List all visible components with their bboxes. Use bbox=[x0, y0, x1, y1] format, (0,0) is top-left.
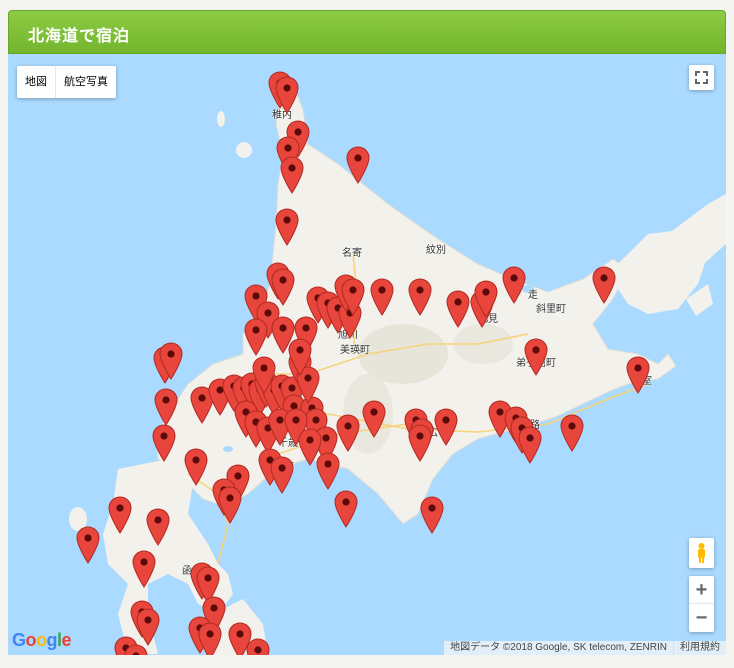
location-marker-74[interactable] bbox=[108, 496, 132, 534]
location-marker-92[interactable] bbox=[298, 428, 322, 466]
location-marker-90[interactable] bbox=[288, 338, 312, 376]
location-marker-42[interactable] bbox=[252, 356, 276, 394]
place-label-shari: 斜里町 bbox=[536, 304, 566, 315]
location-marker-64[interactable] bbox=[152, 424, 176, 462]
location-marker-77[interactable] bbox=[132, 550, 156, 588]
location-marker-69[interactable] bbox=[334, 490, 358, 528]
pegman-icon bbox=[698, 543, 705, 563]
google-logo: Google bbox=[12, 630, 72, 650]
location-marker-20[interactable] bbox=[341, 278, 365, 316]
map-type-map-button[interactable]: 地図 bbox=[17, 66, 56, 98]
location-marker-28[interactable] bbox=[524, 338, 548, 376]
map-type-control: 地図 航空写真 bbox=[17, 66, 116, 98]
place-label-nayoro: 名寄 bbox=[342, 248, 362, 259]
location-marker-7[interactable] bbox=[275, 208, 299, 246]
zoom-in-button[interactable]: + bbox=[689, 576, 714, 604]
location-marker-31[interactable] bbox=[159, 342, 183, 380]
location-marker-32[interactable] bbox=[154, 388, 178, 426]
rebun-island bbox=[217, 111, 225, 127]
location-marker-21[interactable] bbox=[370, 278, 394, 316]
location-marker-2[interactable] bbox=[275, 76, 299, 114]
location-marker-67[interactable] bbox=[270, 456, 294, 494]
fullscreen-icon bbox=[695, 71, 708, 84]
location-marker-27[interactable] bbox=[592, 266, 616, 304]
zoom-out-button[interactable]: − bbox=[689, 604, 714, 632]
location-marker-58[interactable] bbox=[408, 424, 432, 462]
location-marker-82[interactable] bbox=[136, 608, 160, 646]
lake-shikotsu bbox=[223, 446, 233, 452]
page-title: 北海道で宿泊 bbox=[28, 28, 131, 45]
location-marker-12[interactable] bbox=[244, 318, 268, 356]
location-marker-72[interactable] bbox=[218, 486, 242, 524]
location-marker-57[interactable] bbox=[434, 408, 458, 446]
place-label-monbetsu: 紋別 bbox=[426, 245, 446, 256]
location-marker-76[interactable] bbox=[76, 526, 100, 564]
zoom-control: + − bbox=[689, 576, 714, 632]
terms-link[interactable]: 利用規約 bbox=[673, 641, 726, 655]
map-attribution: 地図データ ©2018 Google, SK telecom, ZENRIN 利… bbox=[444, 641, 726, 655]
location-marker-54[interactable] bbox=[362, 400, 386, 438]
location-marker-5[interactable] bbox=[280, 156, 304, 194]
location-marker-62[interactable] bbox=[518, 426, 542, 464]
location-marker-25[interactable] bbox=[474, 280, 498, 318]
location-marker-23[interactable] bbox=[446, 290, 470, 328]
map-type-satellite-button[interactable]: 航空写真 bbox=[56, 66, 116, 98]
place-label-abashiri: 走 bbox=[528, 290, 538, 301]
location-marker-63[interactable] bbox=[560, 414, 584, 452]
location-marker-65[interactable] bbox=[184, 448, 208, 486]
location-marker-6[interactable] bbox=[346, 146, 370, 184]
header-bar: 北海道で宿泊 bbox=[8, 10, 726, 54]
location-marker-73[interactable] bbox=[420, 496, 444, 534]
attribution-data-text: 地図データ ©2018 Google, SK telecom, ZENRIN bbox=[450, 642, 667, 653]
location-marker-75[interactable] bbox=[146, 508, 170, 546]
location-marker-22[interactable] bbox=[408, 278, 432, 316]
map-canvas[interactable]: 地図 航空写真 + − Google 地図データ ©2018 Google, S… bbox=[8, 54, 726, 655]
location-marker-88[interactable] bbox=[124, 644, 148, 655]
rishiri-island bbox=[236, 142, 252, 158]
fullscreen-button[interactable] bbox=[689, 65, 714, 90]
location-marker-53[interactable] bbox=[336, 414, 360, 452]
location-marker-26[interactable] bbox=[502, 266, 526, 304]
location-marker-86[interactable] bbox=[198, 622, 222, 655]
street-view-pegman-button[interactable] bbox=[689, 538, 714, 568]
place-label-bifuka: 美瑛町 bbox=[340, 345, 370, 356]
location-marker-29[interactable] bbox=[626, 356, 650, 394]
location-marker-84[interactable] bbox=[246, 638, 270, 655]
